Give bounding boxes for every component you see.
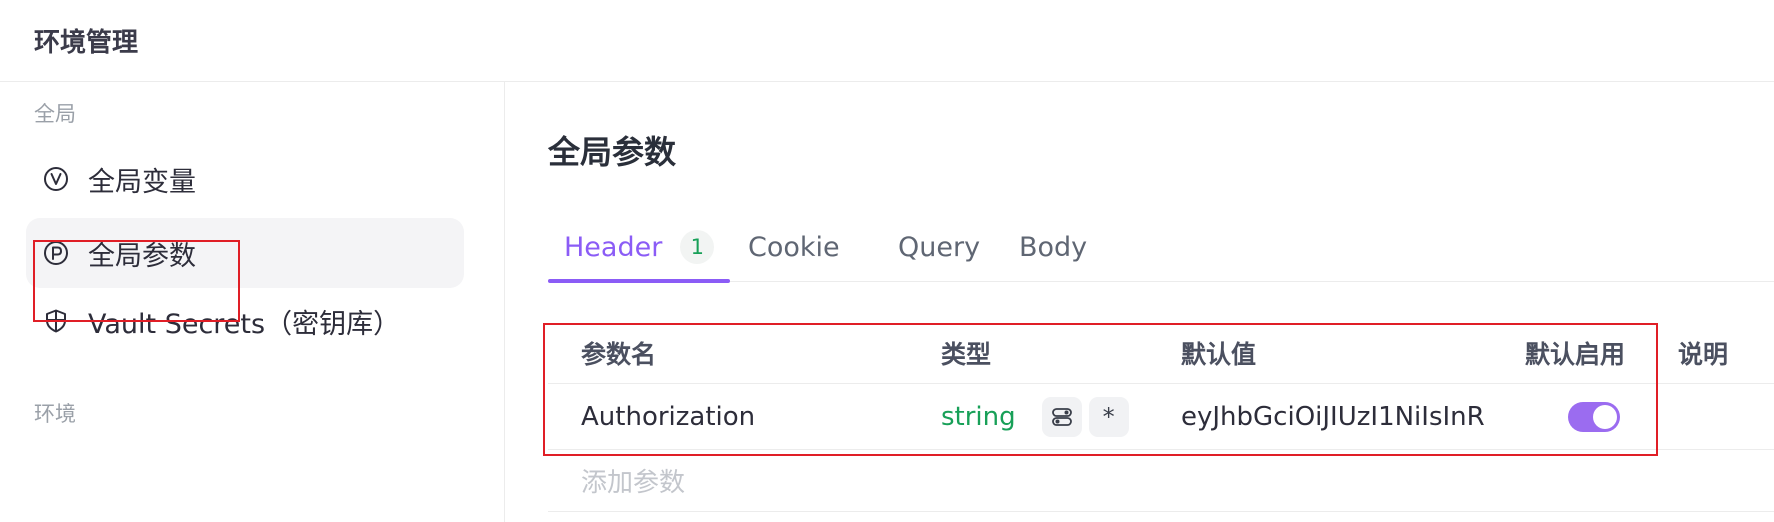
main-panel: 全局参数 Header 1 Cookie Query Body 参数名 类型 默…	[506, 82, 1774, 522]
toggle-switch-icon[interactable]	[1041, 396, 1082, 437]
column-header-type: 类型	[941, 339, 992, 369]
shield-icon	[41, 306, 71, 336]
tab-label: Header	[564, 231, 663, 263]
table-header-row: 参数名 类型 默认值 默认启用 说明	[548, 322, 1774, 384]
enabled-toggle[interactable]	[1568, 401, 1620, 432]
tab-label: Query	[898, 231, 981, 263]
sidebar-section-env: 环境	[34, 402, 76, 426]
parameter-p-icon	[41, 238, 71, 268]
param-default-value: eyJhbGciOiJIUzI1NiIsInR	[1181, 401, 1485, 432]
param-name-cell[interactable]: Authorization	[581, 384, 755, 449]
sidebar: 全局 全局变量 全局参数 Vault Secrets（密钥库） 环境	[0, 82, 505, 522]
param-default-value-cell[interactable]: eyJhbGciOiJIUzI1NiIsInR	[1181, 384, 1491, 449]
tab-query[interactable]: Query	[898, 212, 980, 282]
window-title: 环境管理	[34, 28, 139, 58]
title-bar: 环境管理	[0, 0, 1774, 82]
sidebar-item-label: 全局参数	[88, 240, 196, 272]
column-header-default-value: 默认值	[1181, 339, 1257, 369]
sidebar-section-global: 全局	[34, 102, 76, 126]
required-asterisk-button[interactable]: *	[1088, 396, 1129, 437]
param-enabled-cell	[1568, 384, 1620, 449]
tab-cookie[interactable]: Cookie	[748, 212, 840, 282]
column-header-enabled: 默认启用	[1525, 339, 1626, 369]
add-param-input[interactable]: 添加参数	[581, 450, 685, 511]
tab-bar: Header 1 Cookie Query Body	[548, 212, 1774, 283]
table-row: Authorization string * eyJhbGciOiJIUzI1N…	[548, 384, 1774, 450]
param-type-select[interactable]: string	[941, 402, 1016, 432]
variable-v-icon	[41, 164, 71, 194]
tab-label: Body	[1019, 231, 1088, 263]
add-param-row: 添加参数	[548, 450, 1774, 512]
toggle-knob	[1593, 404, 1617, 429]
sidebar-item-label: 全局变量	[88, 166, 196, 198]
page-title: 全局参数	[548, 133, 677, 171]
sidebar-item-global-params[interactable]: 全局参数	[26, 218, 464, 288]
tab-label: Cookie	[748, 231, 840, 263]
tab-body[interactable]: Body	[1019, 212, 1087, 282]
param-type-cell: string *	[941, 384, 1129, 449]
column-header-description: 说明	[1678, 339, 1729, 369]
active-tab-indicator	[548, 279, 730, 283]
sidebar-item-label: Vault Secrets（密钥库）	[88, 308, 401, 340]
sidebar-item-global-variables[interactable]: 全局变量	[26, 144, 464, 214]
sidebar-item-vault-secrets[interactable]: Vault Secrets（密钥库）	[26, 286, 464, 356]
count-badge: 1	[680, 230, 715, 264]
tab-header[interactable]: Header 1	[564, 212, 715, 282]
column-header-name: 参数名	[581, 339, 657, 369]
